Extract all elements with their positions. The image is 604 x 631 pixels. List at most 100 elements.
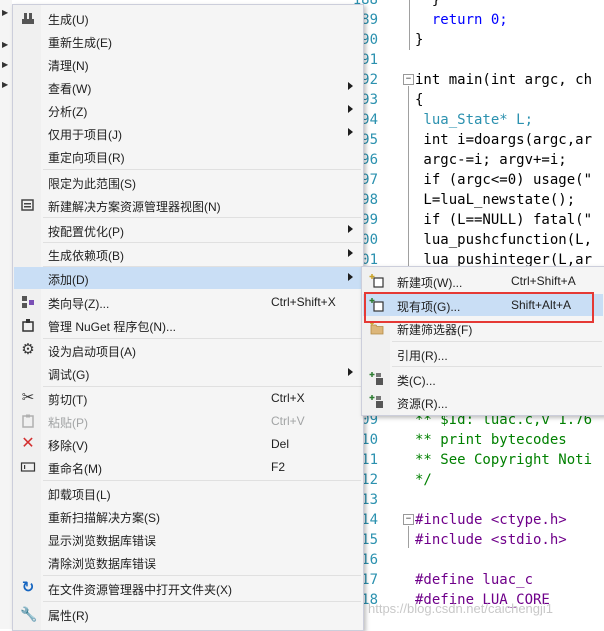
menu-item-open-in-explorer[interactable]: ↻ 在文件资源管理器中打开文件夹(X) [14, 577, 362, 599]
code-line: int i=doargs(argc,ar [415, 132, 593, 148]
menu-item-label: 重新生成(E) [48, 36, 112, 50]
menu-item-shortcut: Ctrl+X [271, 391, 305, 405]
submenu-arrow-icon [348, 105, 353, 113]
expand-arrow-icon[interactable]: ▶ [2, 8, 8, 17]
resource-icon [369, 394, 385, 410]
menu-separator [43, 217, 361, 218]
class-wizard-icon [20, 294, 36, 310]
menu-item-label: 移除(V) [48, 439, 88, 453]
menu-separator [43, 480, 361, 481]
code-line: } [415, 32, 424, 48]
submenu-item-resource[interactable]: 资源(R)... [363, 391, 603, 413]
menu-item-pgo[interactable]: 按配置优化(P) [14, 219, 362, 241]
menu-item-shortcut: Ctrl+V [271, 414, 305, 428]
wrench-icon: 🔧 [20, 606, 38, 622]
gear-icon: ⚙ [21, 341, 35, 358]
menu-item-label: 仅用于项目(J) [48, 128, 122, 142]
menu-item-view[interactable]: 查看(W) [14, 76, 362, 98]
submenu-item-reference[interactable]: 引用(R)... [363, 343, 603, 365]
menu-item-label: 引用(R)... [397, 349, 448, 363]
submenu-item-new-item[interactable]: 新建项(W)... Ctrl+Shift+A [363, 270, 603, 292]
menu-item-label: 属性(R) [48, 609, 89, 623]
code-line: ** print bytecodes [415, 432, 567, 448]
open-folder-icon: ↻ [21, 579, 35, 596]
menu-item-label: 重新扫描解决方案(S) [48, 511, 160, 525]
menu-item-debug[interactable]: 调试(G) [14, 362, 362, 384]
menu-item-build-dependencies[interactable]: 生成依赖项(B) [14, 243, 362, 265]
expand-arrow-icon[interactable]: ▶ [2, 80, 8, 89]
menu-item-label: 查看(W) [48, 82, 92, 96]
code-line: argc-=i; argv+=i; [415, 152, 567, 168]
menu-item-label: 类向导(Z)... [48, 297, 110, 311]
menu-item-scope-to-this[interactable]: 限定为此范围(S) [14, 171, 362, 193]
annotation-highlight-box [364, 292, 594, 323]
submenu-arrow-icon [348, 249, 353, 257]
menu-item-properties[interactable]: 🔧 属性(R) [14, 603, 362, 625]
menu-item-label: 在文件资源管理器中打开文件夹(X) [48, 583, 232, 597]
code-line: return 0; [415, 12, 508, 28]
nuget-icon [20, 317, 36, 333]
menu-item-label: 管理 NuGet 程序包(N)... [48, 320, 177, 334]
menu-item-label: 生成(U) [48, 13, 89, 27]
submenu-arrow-icon [348, 273, 353, 281]
solution-explorer-edge: ▶ ▶ ▶ ▶ [0, 0, 12, 629]
menu-item-set-startup[interactable]: ⚙ 设为启动项目(A) [14, 339, 362, 361]
menu-separator [392, 366, 602, 367]
menu-item-clean[interactable]: 清理(N) [14, 53, 362, 75]
code-line: int main(int argc, ch [415, 72, 593, 88]
code-line: if (L==NULL) fatal(" [415, 212, 593, 228]
build-icon [20, 10, 36, 26]
menu-item-label: 清理(N) [48, 59, 89, 73]
menu-item-add[interactable]: 添加(D) [14, 267, 362, 289]
menu-item-manage-nuget[interactable]: 管理 NuGet 程序包(N)... [14, 314, 362, 336]
menu-item-shortcut: Ctrl+Shift+X [271, 295, 336, 309]
menu-item-remove[interactable]: ✕ 移除(V) Del [14, 433, 362, 455]
menu-item-cut[interactable]: ✂ 剪切(T) Ctrl+X [14, 387, 362, 409]
code-line: */ [415, 472, 432, 488]
menu-item-unload-project[interactable]: 卸载项目(L) [14, 482, 362, 504]
add-submenu: 新建项(W)... Ctrl+Shift+A 现有项(G)... Shift+A… [361, 266, 604, 416]
code-line: { [415, 92, 424, 108]
menu-item-label: 生成依赖项(B) [48, 249, 124, 263]
menu-item-label: 显示浏览数据库错误 [48, 534, 157, 548]
menu-separator [43, 169, 361, 170]
expand-arrow-icon[interactable]: ▶ [2, 40, 8, 49]
scissors-icon: ✂ [21, 389, 35, 406]
menu-item-shortcut: Del [271, 437, 290, 451]
watermark: https://blog.csdn.net/caichengji1 [368, 601, 554, 616]
menu-separator [43, 601, 361, 602]
menu-item-rebuild[interactable]: 重新生成(E) [14, 30, 362, 52]
menu-item-project-only[interactable]: 仅用于项目(J) [14, 122, 362, 144]
menu-item-new-explorer-view[interactable]: 新建解决方案资源管理器视图(N) [14, 194, 362, 216]
submenu-arrow-icon [348, 225, 353, 233]
menu-item-analyze[interactable]: 分析(Z) [14, 99, 362, 121]
expand-arrow-icon[interactable]: ▶ [2, 60, 8, 69]
menu-item-label: 重命名(M) [48, 462, 102, 476]
menu-item-class-wizard[interactable]: 类向导(Z)... Ctrl+Shift+X [14, 291, 362, 313]
code-line: #include <stdio.h> [415, 532, 567, 548]
menu-item-label: 按配置优化(P) [48, 225, 124, 239]
menu-item-retarget[interactable]: 重定向项目(R) [14, 145, 362, 167]
code-line: lua_pushcfunction(L, [415, 232, 593, 248]
menu-item-show-db-errors[interactable]: 显示浏览数据库错误 [14, 528, 362, 550]
menu-item-label: 卸载项目(L) [48, 488, 111, 502]
submenu-arrow-icon [348, 82, 353, 90]
project-context-menu: 生成(U) 重新生成(E) 清理(N) 查看(W) 分析(Z) 仅用于项目(J)… [12, 4, 364, 631]
menu-item-clear-db-errors[interactable]: 清除浏览数据库错误 [14, 551, 362, 573]
remove-icon: ✕ [21, 435, 35, 452]
menu-item-shortcut: Ctrl+Shift+A [511, 274, 576, 288]
menu-item-rename[interactable]: 重命名(M) F2 [14, 456, 362, 478]
menu-item-rescan-solution[interactable]: 重新扫描解决方案(S) [14, 505, 362, 527]
code-line: #include <ctype.h> [415, 512, 567, 528]
menu-item-build[interactable]: 生成(U) [14, 7, 362, 29]
menu-item-label: 类(C)... [397, 374, 436, 388]
new-view-icon [20, 197, 36, 213]
menu-item-label: 剪切(T) [48, 393, 88, 407]
menu-item-paste[interactable]: 粘贴(P) Ctrl+V [14, 410, 362, 432]
code-line: lua_State* L; [415, 112, 534, 128]
submenu-item-class[interactable]: 类(C)... [363, 368, 603, 390]
menu-item-label: 粘贴(P) [48, 416, 88, 430]
code-line: } [415, 0, 441, 8]
code-line: #define luac_c [415, 572, 534, 588]
menu-item-label: 清除浏览数据库错误 [48, 557, 157, 571]
